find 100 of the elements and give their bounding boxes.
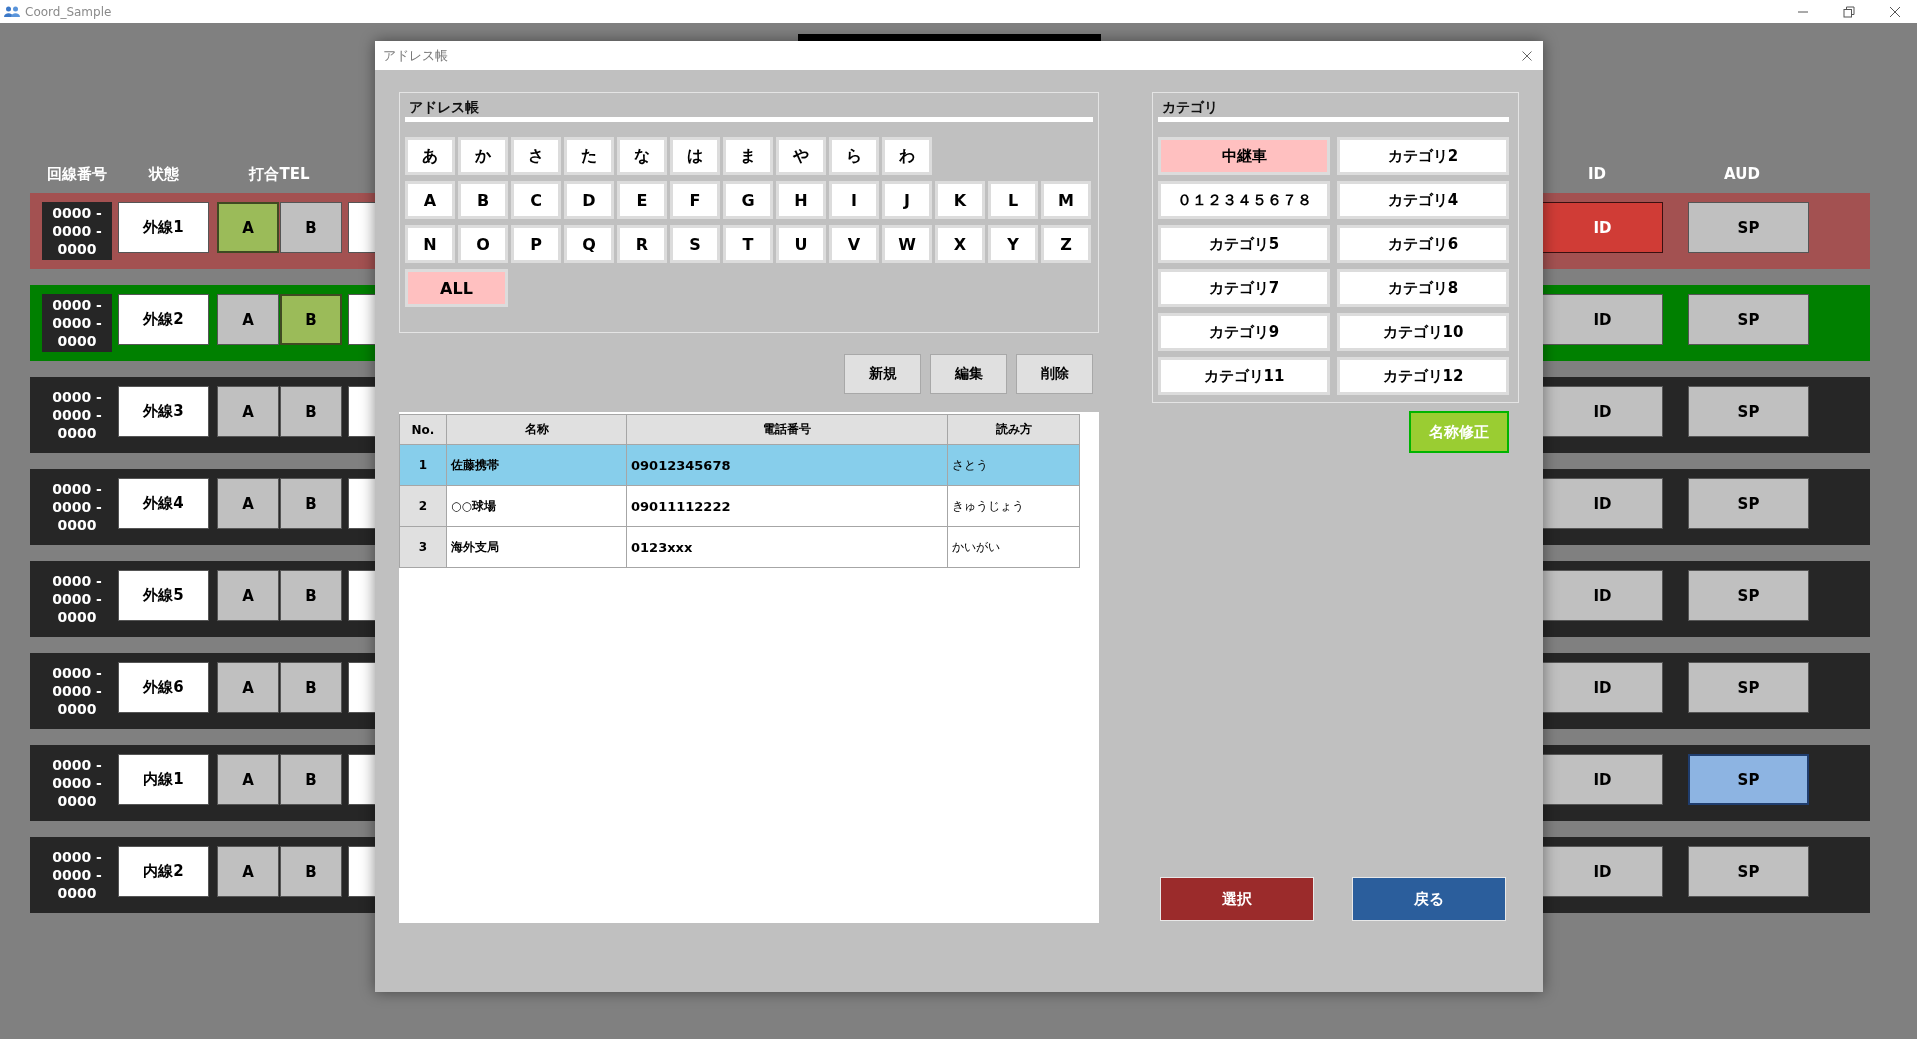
tel-button[interactable]: A <box>217 202 279 253</box>
category-button[interactable]: カテゴリ7 <box>1158 269 1330 307</box>
partial-button[interactable] <box>348 478 375 529</box>
index-key[interactable]: あ <box>405 137 455 175</box>
index-key[interactable]: G <box>723 181 773 219</box>
audio-button[interactable]: SP <box>1688 202 1809 253</box>
category-button[interactable]: カテゴリ11 <box>1158 357 1330 395</box>
action-button[interactable]: 削除 <box>1016 354 1093 394</box>
index-key[interactable]: か <box>458 137 508 175</box>
index-key[interactable]: N <box>405 225 455 263</box>
tel-button[interactable]: B <box>280 570 342 621</box>
action-button[interactable]: 新規 <box>844 354 921 394</box>
category-button[interactable]: カテゴリ8 <box>1337 269 1509 307</box>
close-icon[interactable] <box>1522 50 1532 61</box>
index-key[interactable]: C <box>511 181 561 219</box>
audio-button[interactable]: SP <box>1688 846 1809 897</box>
index-key[interactable]: さ <box>511 137 561 175</box>
index-key[interactable]: I <box>829 181 879 219</box>
index-key[interactable]: や <box>776 137 826 175</box>
index-key[interactable]: B <box>458 181 508 219</box>
index-key[interactable]: た <box>564 137 614 175</box>
index-key[interactable]: U <box>776 225 826 263</box>
tel-button[interactable]: A <box>217 386 279 437</box>
index-key[interactable]: は <box>670 137 720 175</box>
index-key[interactable]: L <box>988 181 1038 219</box>
index-key[interactable]: P <box>511 225 561 263</box>
tel-button[interactable]: B <box>280 754 342 805</box>
index-key[interactable]: S <box>670 225 720 263</box>
index-key[interactable]: A <box>405 181 455 219</box>
index-key[interactable]: T <box>723 225 773 263</box>
tel-button[interactable]: A <box>217 754 279 805</box>
tel-button[interactable]: A <box>217 478 279 529</box>
partial-button[interactable] <box>348 662 375 713</box>
category-button[interactable]: ０１２３４５６７８ <box>1158 181 1330 219</box>
category-button[interactable]: カテゴリ4 <box>1337 181 1509 219</box>
column-header[interactable]: 名称 <box>446 414 627 445</box>
category-button[interactable]: 中継車 <box>1158 137 1330 175</box>
id-button[interactable]: ID <box>1543 846 1663 897</box>
tel-button[interactable]: A <box>217 662 279 713</box>
index-key[interactable]: X <box>935 225 985 263</box>
column-header[interactable]: 読み方 <box>947 414 1080 445</box>
line-name-button[interactable]: 外線5 <box>118 570 209 621</box>
tel-button[interactable]: B <box>280 386 342 437</box>
index-key[interactable]: K <box>935 181 985 219</box>
audio-button[interactable]: SP <box>1688 478 1809 529</box>
id-button[interactable]: ID <box>1543 478 1663 529</box>
index-key[interactable]: J <box>882 181 932 219</box>
tel-button[interactable]: B <box>280 662 342 713</box>
table-row[interactable]: 1 佐藤携帯 09012345678 さとう <box>399 444 1080 486</box>
partial-button[interactable] <box>348 202 375 253</box>
index-key[interactable]: O <box>458 225 508 263</box>
line-name-button[interactable]: 外線6 <box>118 662 209 713</box>
index-key[interactable]: ら <box>829 137 879 175</box>
partial-button[interactable] <box>348 754 375 805</box>
index-key[interactable]: D <box>564 181 614 219</box>
partial-button[interactable] <box>348 846 375 897</box>
table-row[interactable]: 2 ○○球場 09011112222 きゅうじょう <box>399 485 1080 527</box>
index-key[interactable]: H <box>776 181 826 219</box>
tel-button[interactable]: B <box>280 478 342 529</box>
category-button[interactable]: カテゴリ6 <box>1337 225 1509 263</box>
audio-button[interactable]: SP <box>1688 386 1809 437</box>
tel-button[interactable]: B <box>280 846 342 897</box>
partial-button[interactable] <box>348 294 375 345</box>
tel-button[interactable]: A <box>217 570 279 621</box>
index-key[interactable]: W <box>882 225 932 263</box>
tel-button[interactable]: A <box>217 294 279 345</box>
index-key[interactable]: わ <box>882 137 932 175</box>
id-button[interactable]: ID <box>1543 202 1663 253</box>
id-button[interactable]: ID <box>1543 294 1663 345</box>
index-key[interactable]: Q <box>564 225 614 263</box>
select-button[interactable]: 選択 <box>1160 877 1314 921</box>
tel-button[interactable]: B <box>280 294 342 345</box>
index-key[interactable]: ま <box>723 137 773 175</box>
restore-icon[interactable] <box>1843 5 1855 18</box>
audio-button[interactable]: SP <box>1688 662 1809 713</box>
back-button[interactable]: 戻る <box>1352 877 1506 921</box>
line-name-button[interactable]: 外線2 <box>118 294 209 345</box>
index-key[interactable]: な <box>617 137 667 175</box>
close-icon[interactable] <box>1889 5 1901 18</box>
category-button[interactable]: カテゴリ10 <box>1337 313 1509 351</box>
audio-button[interactable]: SP <box>1688 754 1809 805</box>
partial-button[interactable] <box>348 386 375 437</box>
category-button[interactable]: カテゴリ2 <box>1337 137 1509 175</box>
line-name-button[interactable]: 外線3 <box>118 386 209 437</box>
id-button[interactable]: ID <box>1543 570 1663 621</box>
all-key[interactable]: ALL <box>405 269 508 307</box>
line-name-button[interactable]: 外線4 <box>118 478 209 529</box>
index-key[interactable]: Z <box>1041 225 1091 263</box>
index-key[interactable]: V <box>829 225 879 263</box>
line-name-button[interactable]: 内線2 <box>118 846 209 897</box>
index-key[interactable]: Y <box>988 225 1038 263</box>
index-key[interactable]: E <box>617 181 667 219</box>
category-button[interactable]: カテゴリ5 <box>1158 225 1330 263</box>
column-header[interactable]: 電話番号 <box>626 414 948 445</box>
action-button[interactable]: 編集 <box>930 354 1007 394</box>
index-key[interactable]: R <box>617 225 667 263</box>
tel-button[interactable]: B <box>280 202 342 253</box>
line-name-button[interactable]: 外線1 <box>118 202 209 253</box>
id-button[interactable]: ID <box>1543 662 1663 713</box>
partial-button[interactable] <box>348 570 375 621</box>
